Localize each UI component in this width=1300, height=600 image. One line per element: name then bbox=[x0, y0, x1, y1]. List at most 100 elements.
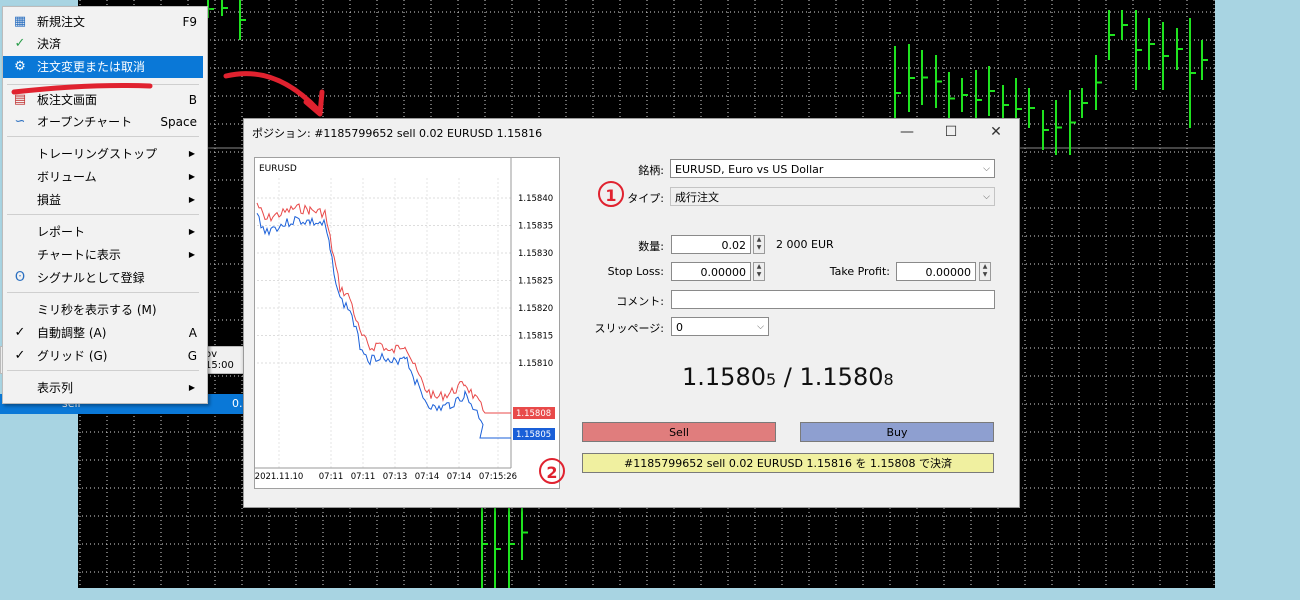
menu-item-6[interactable]: トレーリングストップ ▶ bbox=[3, 143, 203, 165]
y-tick-label: 1.15830 bbox=[518, 249, 553, 259]
volume-label: 数量: bbox=[638, 240, 664, 253]
bid-price: 1.1580 bbox=[682, 363, 766, 391]
submenu-arrow-icon: ▶ bbox=[188, 172, 195, 181]
menu-item-label: 自動調整 (A) bbox=[37, 326, 107, 340]
buy-button[interactable]: Buy bbox=[800, 422, 994, 442]
time-fragment: ov 15:00 bbox=[205, 349, 245, 371]
symbol-value: EURUSD, Euro vs US Dollar bbox=[675, 163, 824, 176]
chevron-down-icon: ⌵ bbox=[983, 164, 990, 174]
menu-separator bbox=[7, 292, 199, 293]
submenu-arrow-icon: ▶ bbox=[188, 149, 195, 158]
price-display: 1.15805 / 1.15808 bbox=[682, 363, 894, 391]
menu-item-label: チャートに表示 bbox=[37, 248, 121, 262]
mini-chart-symbol: EURUSD bbox=[259, 164, 297, 174]
stop-loss-label: Stop Loss: bbox=[607, 265, 664, 278]
take-profit-input[interactable]: 0.00000 bbox=[896, 262, 976, 281]
menu-item-label: ボリューム bbox=[37, 170, 97, 184]
menu-item-shortcut: G bbox=[187, 349, 197, 363]
x-tick-label: 07:15:26 bbox=[479, 472, 517, 482]
hand-drawn-annotation bbox=[11, 71, 325, 117]
submenu-arrow-icon: ▶ bbox=[188, 383, 195, 392]
bid-pip: 5 bbox=[765, 370, 777, 389]
menu-separator bbox=[7, 370, 199, 371]
x-tick-label: 2021.11.10 bbox=[255, 472, 303, 482]
menu-item-15[interactable]: 表示列 ▶ bbox=[3, 377, 203, 399]
volume-input[interactable]: 0.02 bbox=[671, 235, 751, 254]
menu-item-11[interactable]: ʘ シグナルとして登録 bbox=[3, 267, 203, 289]
symbol-select[interactable]: EURUSD, Euro vs US Dollar ⌵ bbox=[670, 159, 995, 178]
x-tick-label: 07:11 bbox=[319, 472, 344, 482]
arrow-stroke bbox=[223, 71, 321, 113]
submenu-arrow-icon: ▶ bbox=[188, 227, 195, 236]
x-tick-label: 07:13 bbox=[383, 472, 408, 482]
position-dialog: ポジション: #1185799652 sell 0.02 EURUSD 1.15… bbox=[243, 118, 1020, 508]
chevron-down-icon: ⌵ bbox=[983, 192, 990, 202]
menu-separator bbox=[7, 214, 199, 215]
stop-loss-stepper[interactable]: ▲ ▼ bbox=[753, 262, 765, 281]
menu-item-9[interactable]: レポート ▶ bbox=[3, 221, 203, 243]
symbol-label: 銘柄: bbox=[638, 164, 664, 177]
menu-item-14[interactable]: ✓ グリッド (G) G bbox=[3, 345, 203, 367]
x-tick-label: 07:14 bbox=[447, 472, 472, 482]
signal-icon: ʘ bbox=[14, 270, 26, 285]
bid-price-label: 1.15805 bbox=[516, 430, 551, 440]
column-fragment: 数 bbox=[226, 378, 239, 392]
annotation-circle-2: 2 bbox=[539, 458, 565, 484]
take-profit-stepper[interactable]: ▲ ▼ bbox=[979, 262, 991, 281]
menu-item-label: ミリ秒を表示する (M) bbox=[37, 303, 157, 317]
menu-item-label: グリッド (G) bbox=[37, 349, 108, 363]
row-value: 0. bbox=[232, 397, 243, 410]
volume-note: 2 000 EUR bbox=[776, 238, 834, 251]
menu-separator bbox=[7, 136, 199, 137]
slippage-select[interactable]: 0 ⌵ bbox=[671, 317, 769, 336]
menu-item-7[interactable]: ボリューム ▶ bbox=[3, 166, 203, 188]
chevron-down-icon: ⌵ bbox=[757, 322, 764, 332]
menu-item-shortcut: A bbox=[188, 326, 197, 340]
menu-item-label: 損益 bbox=[37, 193, 62, 207]
type-select[interactable]: 成行注文 ⌵ bbox=[670, 187, 995, 206]
minimize-button[interactable]: — bbox=[887, 121, 927, 143]
slippage-value: 0 bbox=[676, 321, 683, 334]
checkmark-icon: ✓ bbox=[14, 325, 26, 340]
menu-item-10[interactable]: チャートに表示 ▶ bbox=[3, 244, 203, 266]
checkmark-icon: ✓ bbox=[14, 348, 26, 363]
y-tick-label: 1.15820 bbox=[518, 304, 553, 314]
y-tick-label: 1.15810 bbox=[518, 359, 553, 369]
ask-price-line bbox=[256, 202, 511, 414]
dialog-title: ポジション: #1185799652 sell 0.02 EURUSD 1.15… bbox=[252, 127, 543, 140]
y-tick-label: 1.15835 bbox=[518, 222, 553, 232]
comment-label: コメント: bbox=[616, 295, 664, 308]
ask-pip: 8 bbox=[883, 370, 894, 389]
x-tick-label: 07:14 bbox=[415, 472, 440, 482]
menu-item-label: シグナルとして登録 bbox=[37, 271, 145, 285]
submenu-arrow-icon: ▶ bbox=[188, 195, 195, 204]
type-label: タイプ: bbox=[627, 192, 664, 205]
menu-item-label: トレーリングストップ bbox=[37, 147, 158, 161]
submenu-arrow-icon: ▶ bbox=[188, 250, 195, 259]
menu-item-12[interactable]: ミリ秒を表示する (M) bbox=[3, 299, 203, 321]
ask-price: 1.1580 bbox=[799, 363, 884, 391]
comment-input[interactable] bbox=[671, 290, 995, 309]
y-tick-label: 1.15825 bbox=[518, 277, 553, 287]
close-button[interactable]: ✕ bbox=[976, 121, 1016, 143]
ask-price-label: 1.15808 bbox=[516, 409, 551, 419]
x-tick-label: 07:11 bbox=[351, 472, 376, 482]
close-position-button[interactable]: #1185799652 sell 0.02 EURUSD 1.15816 を 1… bbox=[582, 453, 994, 473]
menu-item-label: レポート bbox=[37, 225, 86, 239]
menu-item-label: 表示列 bbox=[37, 381, 74, 395]
take-profit-label: Take Profit: bbox=[829, 265, 890, 278]
underline-stroke bbox=[11, 82, 153, 95]
type-value: 成行注文 bbox=[675, 191, 719, 204]
y-tick-label: 1.15840 bbox=[518, 194, 553, 204]
menu-item-8[interactable]: 損益 ▶ bbox=[3, 189, 203, 211]
sell-button[interactable]: Sell bbox=[582, 422, 776, 442]
stop-loss-input[interactable]: 0.00000 bbox=[671, 262, 751, 281]
menu-item-13[interactable]: ✓ 自動調整 (A) A bbox=[3, 322, 203, 344]
bid-price-line bbox=[256, 213, 511, 439]
annotation-circle-1: 1 bbox=[598, 181, 624, 207]
volume-stepper[interactable]: ▲ ▼ bbox=[753, 235, 765, 254]
y-tick-label: 1.15815 bbox=[518, 332, 553, 342]
slippage-label: スリッページ: bbox=[594, 322, 665, 335]
price-separator: / bbox=[776, 363, 800, 391]
maximize-button[interactable]: ☐ bbox=[931, 121, 971, 143]
